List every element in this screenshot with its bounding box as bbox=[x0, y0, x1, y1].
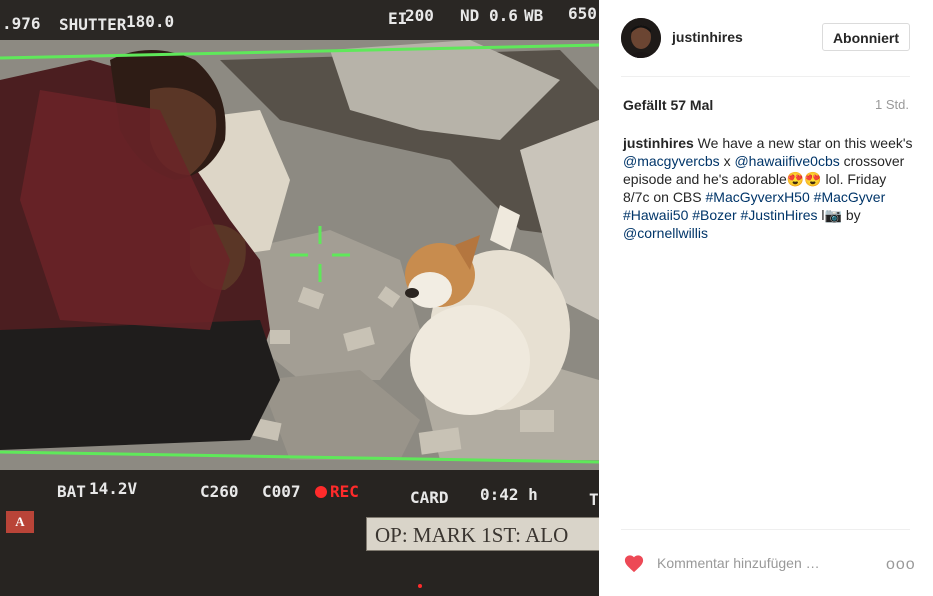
post-photo[interactable]: .976 SHUTTER 180.0 EI 200 ND 0.6 WB 650 … bbox=[0, 0, 599, 596]
hud-top-left-value: .976 bbox=[2, 14, 41, 33]
avatar-image bbox=[621, 18, 661, 58]
hashtag-link[interactable]: #Hawaii50 bbox=[623, 207, 688, 223]
photo-illustration bbox=[0, 0, 599, 596]
post-username[interactable]: justinhires bbox=[672, 29, 743, 45]
mention-link[interactable]: @hawaiifive0cbs bbox=[734, 153, 839, 169]
hud-ei-value: 200 bbox=[405, 6, 434, 25]
hud-bat-value: 14.2V bbox=[89, 479, 138, 498]
hud-rec-label: REC bbox=[330, 482, 359, 501]
hashtag-link[interactable]: #MacGyverxH50 bbox=[706, 189, 810, 205]
caption-text: x bbox=[719, 153, 735, 169]
caption-text: l📷 by bbox=[817, 207, 861, 223]
record-dot-icon bbox=[315, 486, 327, 498]
mention-link[interactable]: @macgyvercbs bbox=[623, 153, 720, 169]
avatar[interactable] bbox=[621, 18, 661, 58]
mention-link[interactable]: @cornellwillis bbox=[623, 225, 708, 241]
hashtag-link[interactable]: #JustinHires bbox=[741, 207, 818, 223]
heart-icon[interactable] bbox=[623, 553, 645, 573]
comment-input[interactable]: Kommentar hinzufügen … bbox=[657, 555, 820, 571]
post-header: justinhires Abonniert bbox=[621, 16, 910, 60]
post-caption: justinhires We have a new star on this w… bbox=[623, 134, 915, 242]
tape-label: OP: MARK 1ST: ALO bbox=[366, 517, 599, 551]
hud-wb-value: 650 bbox=[568, 4, 597, 23]
caption-username[interactable]: justinhires bbox=[623, 135, 694, 151]
hud-bat-label: BAT bbox=[57, 482, 86, 501]
divider bbox=[621, 76, 910, 77]
hashtag-link[interactable]: #Bozer bbox=[692, 207, 736, 223]
more-options-icon[interactable]: ooo bbox=[886, 556, 916, 574]
divider bbox=[621, 529, 910, 530]
post-time[interactable]: 1 Std. bbox=[875, 97, 909, 112]
hud-nd-value: 0.6 bbox=[489, 6, 518, 25]
red-marker-label: A bbox=[6, 511, 34, 533]
hud-wb-label: WB bbox=[524, 6, 544, 25]
hud-shutter-value: 180.0 bbox=[126, 12, 175, 31]
hashtag-link[interactable]: #MacGyver bbox=[814, 189, 886, 205]
like-count[interactable]: Gefällt 57 Mal bbox=[623, 97, 713, 113]
hud-rec-indicator: REC bbox=[315, 482, 359, 501]
hud-card-label: CARD bbox=[410, 488, 449, 507]
hud-clip-c: C260 bbox=[200, 482, 239, 501]
hud-card-value: 0:42 h bbox=[480, 485, 538, 504]
hud-clip-code: C007 bbox=[262, 482, 301, 501]
hud-shutter-label: SHUTTER bbox=[59, 15, 127, 34]
caption-text: We have a new star on this week's bbox=[693, 135, 913, 151]
follow-button[interactable]: Abonniert bbox=[822, 23, 910, 51]
hud-edge-right: T bbox=[589, 490, 599, 509]
post-sidebar: justinhires Abonniert Gefällt 57 Mal 1 S… bbox=[599, 0, 933, 596]
hud-nd-label: ND bbox=[460, 6, 480, 25]
